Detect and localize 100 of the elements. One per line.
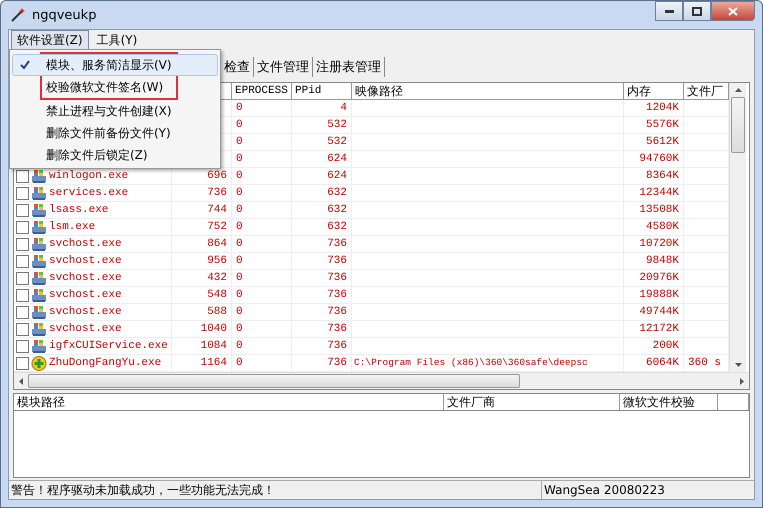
menu-item[interactable]: 删除文件前备份文件(Y) [12, 122, 218, 144]
table-cell: 864 [207, 238, 227, 250]
table-cell: 696 [207, 170, 227, 182]
table-cell: 5612K [646, 136, 679, 148]
program-window-icon [31, 220, 47, 234]
program-window-icon [31, 202, 47, 218]
table-cell: 94760K [639, 153, 679, 165]
program-window-icon [31, 338, 47, 354]
program-window-icon [31, 322, 47, 336]
checkbox[interactable] [16, 322, 29, 336]
maximize-button[interactable] [683, 1, 711, 21]
menu-title[interactable]: 工具(Y) [90, 30, 144, 50]
table-cell: 0 [236, 136, 243, 148]
table-cell: 532 [327, 119, 347, 131]
process-name: winlogon.exe [49, 170, 128, 182]
column-header[interactable]: 微软文件校验 [620, 394, 718, 410]
program-window-icon [31, 254, 47, 268]
checkbox[interactable] [16, 238, 29, 250]
scroll-thumb[interactable] [28, 374, 520, 388]
table-cell: 632 [327, 221, 347, 233]
menu-title[interactable]: 软件设置(Z) [11, 30, 89, 50]
table-cell: 0 [236, 170, 243, 182]
table-cell: 12172K [639, 323, 679, 335]
left-arrow-icon [19, 378, 23, 384]
close-button[interactable] [711, 1, 755, 21]
table-cell: 0 [236, 221, 243, 233]
vertical-scrollbar[interactable] [729, 83, 746, 372]
checkbox[interactable] [16, 220, 29, 234]
table-cell: 736 [327, 340, 347, 352]
process-name: lsass.exe [49, 204, 108, 216]
wand-icon [10, 7, 26, 23]
scroll-thumb[interactable] [731, 97, 745, 153]
table-cell: 548 [207, 289, 227, 301]
column-header[interactable]: EPROCESS [232, 83, 292, 99]
column-header[interactable]: 映像路径 [352, 83, 624, 99]
table-cell: 736 [207, 187, 227, 199]
table-cell: 0 [236, 306, 243, 318]
horizontal-scrollbar[interactable] [14, 372, 749, 389]
checkbox[interactable] [16, 306, 29, 318]
table-cell: 8364K [646, 170, 679, 182]
minimize-icon [664, 9, 674, 13]
table-cell: 736 [327, 323, 347, 335]
table-cell: 624 [327, 170, 347, 182]
checkbox[interactable] [16, 204, 29, 216]
checkbox[interactable] [16, 340, 29, 352]
process-name: svchost.exe [49, 323, 122, 335]
process-name: svchost.exe [49, 289, 122, 301]
menu-item[interactable]: 校验微软文件签名(W) [12, 76, 218, 98]
table-cell: 1204K [646, 102, 679, 114]
tab[interactable]: 检查 [221, 57, 254, 77]
table-cell: 432 [207, 272, 227, 284]
table-cell: 0 [236, 272, 243, 284]
menu-item[interactable]: 模块、服务简洁显示(V) [12, 54, 218, 76]
table-cell: 0 [236, 187, 243, 199]
tab[interactable]: 注册表管理 [313, 57, 385, 77]
table-cell: 0 [236, 340, 243, 352]
table-cell: 588 [207, 306, 227, 318]
checkbox[interactable] [16, 288, 29, 302]
minimize-button[interactable] [655, 1, 683, 21]
table-cell: 0 [236, 204, 243, 216]
table-cell: 5576K [646, 119, 679, 131]
program-window-icon [31, 304, 47, 320]
table-cell: 0 [236, 323, 243, 335]
column-header[interactable]: PPid [292, 83, 352, 99]
program-window-icon [31, 168, 47, 184]
table-cell: 736 [327, 272, 347, 284]
program-window-icon [31, 236, 47, 252]
process-name: services.exe [49, 187, 128, 199]
table-cell: 956 [207, 255, 227, 267]
column-header[interactable]: 模块路径 [14, 394, 444, 410]
check-icon [20, 60, 30, 70]
program-window-icon [31, 186, 47, 200]
process-name: svchost.exe [49, 238, 122, 250]
menu-item[interactable]: 删除文件后锁定(Z) [12, 144, 218, 166]
program-window-icon [31, 288, 47, 302]
column-header[interactable]: 文件厂商 [444, 394, 620, 410]
table-cell: 9848K [646, 255, 679, 267]
checkbox[interactable] [16, 272, 29, 284]
table-cell: 0 [236, 238, 243, 250]
table-cell: 0 [236, 119, 243, 131]
table-cell: 0 [236, 255, 243, 267]
table-cell: 736 [327, 238, 347, 250]
column-header[interactable]: 内存 [624, 83, 684, 99]
table-cell: 19888K [639, 289, 679, 301]
table-cell: 12344K [639, 187, 679, 199]
checkbox[interactable] [16, 186, 29, 200]
status-text: WangSea 20080223 [541, 481, 754, 499]
tab[interactable]: 文件管理 [254, 57, 313, 77]
table-cell: 624 [327, 153, 347, 165]
window-title: ngqveukp [32, 8, 96, 22]
table-cell: 0 [236, 102, 243, 114]
checkbox[interactable] [16, 170, 29, 182]
table-cell: 20976K [639, 272, 679, 284]
table-cell: 360 s [688, 357, 722, 369]
maximize-icon [692, 6, 702, 16]
checkbox[interactable] [16, 254, 29, 268]
menu-item[interactable]: 禁止进程与文件创建(X) [12, 100, 218, 122]
checkbox[interactable] [16, 356, 29, 370]
up-arrow-icon [734, 88, 742, 92]
table-cell: 0 [236, 357, 243, 369]
